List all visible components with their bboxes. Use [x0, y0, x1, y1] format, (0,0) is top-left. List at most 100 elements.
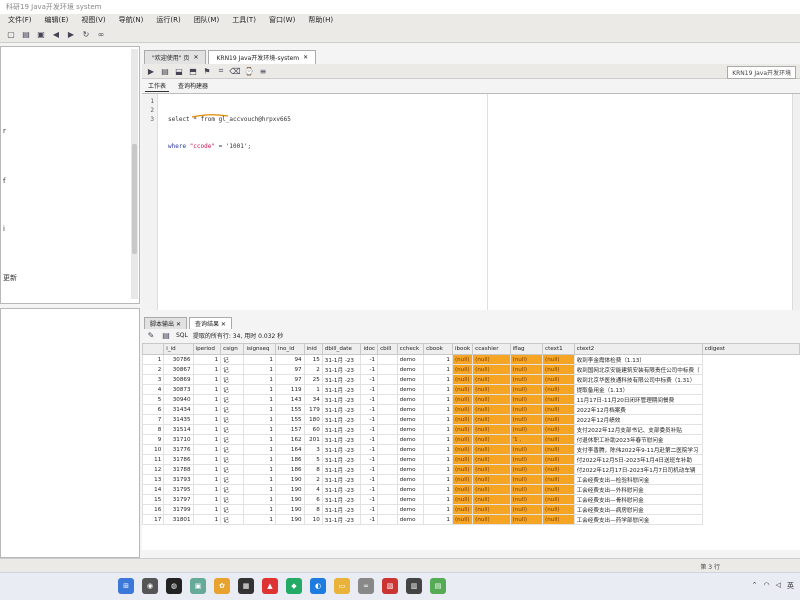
table-cell[interactable]: 31-1月 -23: [321, 364, 362, 375]
table-cell[interactable]: demo: [396, 504, 425, 515]
table-cell[interactable]: 1: [423, 494, 453, 505]
column-header[interactable]: idoc: [360, 343, 379, 355]
table-cell[interactable]: -1: [360, 494, 379, 505]
table-cell[interactable]: (null): [542, 514, 575, 525]
table-row[interactable]: 6 31434 1 记 1 155 179 31-1月 -23 -1 demo 1 (null) (nu…: [142, 404, 800, 415]
table-cell[interactable]: 6: [303, 494, 323, 505]
table-row[interactable]: 12 31788 1 记 1 186 8 31-1月 -23 -1 demo 1 (null) (nul…: [142, 464, 800, 475]
table-row[interactable]: 1 30786 1 记 1 94 15 31-1月 -23 -1 demo 1 (null) (null…: [142, 354, 800, 365]
table-cell[interactable]: 31-1月 -23: [321, 514, 362, 525]
menu-item[interactable]: 文件(F): [8, 15, 32, 25]
table-cell[interactable]: (null): [472, 434, 511, 445]
table-cell[interactable]: 31-1月 -23: [321, 484, 362, 495]
table-cell[interactable]: -1: [360, 384, 379, 395]
table-cell[interactable]: demo: [396, 484, 425, 495]
table-cell[interactable]: 4: [303, 484, 323, 495]
table-cell[interactable]: 164: [274, 444, 305, 455]
table-cell[interactable]: 记: [220, 394, 245, 405]
table-cell[interactable]: 1: [243, 414, 276, 425]
table-cell[interactable]: 119: [274, 384, 305, 395]
table-cell[interactable]: 1: [243, 464, 276, 475]
table-cell[interactable]: 记: [220, 424, 245, 435]
table-cell[interactable]: 1: [243, 444, 276, 455]
tab-query-result[interactable]: 查询结果 ✕: [188, 317, 232, 329]
table-cell[interactable]: 8: [303, 464, 323, 475]
left-scrollbar[interactable]: [131, 49, 138, 299]
table-cell[interactable]: 2: [303, 364, 323, 375]
table-cell[interactable]: 31-1月 -23: [321, 504, 362, 515]
table-cell[interactable]: 1: [423, 434, 453, 445]
table-cell[interactable]: 记: [220, 364, 245, 375]
table-cell[interactable]: demo: [396, 474, 425, 485]
table-cell[interactable]: 31435: [163, 414, 194, 425]
table-cell[interactable]: 25: [303, 374, 323, 385]
table-cell[interactable]: 1: [192, 514, 222, 525]
table-cell[interactable]: demo: [396, 454, 425, 465]
table-cell[interactable]: 1: [423, 484, 453, 495]
table-cell[interactable]: (null): [451, 464, 474, 475]
table-cell[interactable]: 1: [423, 444, 453, 455]
table-cell[interactable]: (null): [472, 504, 511, 515]
table-cell[interactable]: 1: [192, 474, 222, 485]
table-cell[interactable]: 1: [192, 464, 222, 475]
table-cell[interactable]: [377, 474, 398, 485]
table-cell[interactable]: (null): [451, 454, 474, 465]
table-cell[interactable]: 1: [192, 404, 222, 415]
table-cell[interactable]: (null): [542, 374, 575, 385]
menu-item[interactable]: 运行(R): [156, 15, 180, 25]
table-cell[interactable]: 提取备用金（1.13）: [573, 384, 703, 395]
run-script-icon[interactable]: ▤: [160, 66, 170, 76]
table-cell[interactable]: 30940: [163, 394, 194, 405]
menu-item[interactable]: 窗口(W): [269, 15, 295, 25]
tab-worksheet[interactable]: KRN19 Java开发环境-system ✕: [208, 50, 317, 64]
table-cell[interactable]: 1: [243, 434, 276, 445]
table-cell[interactable]: 30873: [163, 384, 194, 395]
table-cell[interactable]: 记: [220, 464, 245, 475]
table-cell[interactable]: -1: [360, 464, 379, 475]
column-header[interactable]: iperiod: [192, 343, 222, 355]
table-row[interactable]: 17 31801 1 记 1 190 10 31-1月 -23 -1 demo 1 (null) (nu…: [142, 514, 800, 525]
table-cell[interactable]: (null): [509, 464, 544, 475]
table-cell[interactable]: [377, 414, 398, 425]
app-icon[interactable]: ▦: [238, 578, 254, 594]
app-icon[interactable]: ▧: [382, 578, 398, 594]
table-cell[interactable]: 记: [220, 474, 245, 485]
table-cell[interactable]: demo: [396, 444, 425, 455]
table-cell[interactable]: [377, 404, 398, 415]
table-cell[interactable]: (null): [472, 474, 511, 485]
table-cell[interactable]: (null): [509, 454, 544, 465]
table-cell[interactable]: 支付李香腾，陈伟2022年9-11月赴第二医院学习: [573, 444, 703, 455]
table-cell[interactable]: 30867: [163, 364, 194, 375]
table-cell[interactable]: 工会经费支出—病房慰问金: [573, 504, 703, 515]
table-cell[interactable]: (null): [472, 484, 511, 495]
table-cell[interactable]: 31-1月 -23: [321, 474, 362, 485]
table-cell[interactable]: demo: [396, 414, 425, 425]
table-cell[interactable]: (null): [542, 474, 575, 485]
table-row[interactable]: 7 31435 1 记 1 155 180 31-1月 -23 -1 demo 1 (null) (nu…: [142, 414, 800, 425]
table-cell[interactable]: 186: [274, 454, 305, 465]
print-icon[interactable]: ▤: [161, 331, 171, 341]
table-cell[interactable]: 记: [220, 514, 245, 525]
table-cell[interactable]: 179: [303, 404, 323, 415]
table-cell[interactable]: 1: [243, 354, 276, 365]
table-cell[interactable]: 31795: [163, 484, 194, 495]
table-row[interactable]: 10 31776 1 记 1 164 3 31-1月 -23 -1 demo 1 (null) (nul…: [142, 444, 800, 455]
table-cell[interactable]: (null): [451, 384, 474, 395]
table-cell[interactable]: 2022年12月绩效: [573, 414, 703, 425]
close-icon[interactable]: ✕: [193, 54, 198, 61]
table-cell[interactable]: -1: [360, 484, 379, 495]
table-cell[interactable]: '1 ,: [509, 434, 544, 445]
table-cell[interactable]: 1: [423, 354, 453, 365]
column-header[interactable]: csign: [220, 343, 245, 355]
edge-icon[interactable]: ◐: [310, 578, 326, 594]
table-cell[interactable]: (null): [472, 374, 511, 385]
table-cell[interactable]: -1: [360, 374, 379, 385]
table-cell[interactable]: 31776: [163, 444, 194, 455]
table-cell[interactable]: 10: [303, 514, 323, 525]
table-cell[interactable]: -1: [360, 444, 379, 455]
table-cell[interactable]: [377, 424, 398, 435]
table-cell[interactable]: 记: [220, 414, 245, 425]
table-cell[interactable]: 1: [192, 364, 222, 375]
table-cell[interactable]: (null): [542, 364, 575, 375]
table-cell[interactable]: 工会经费支出—药学部慰问金: [573, 514, 703, 525]
